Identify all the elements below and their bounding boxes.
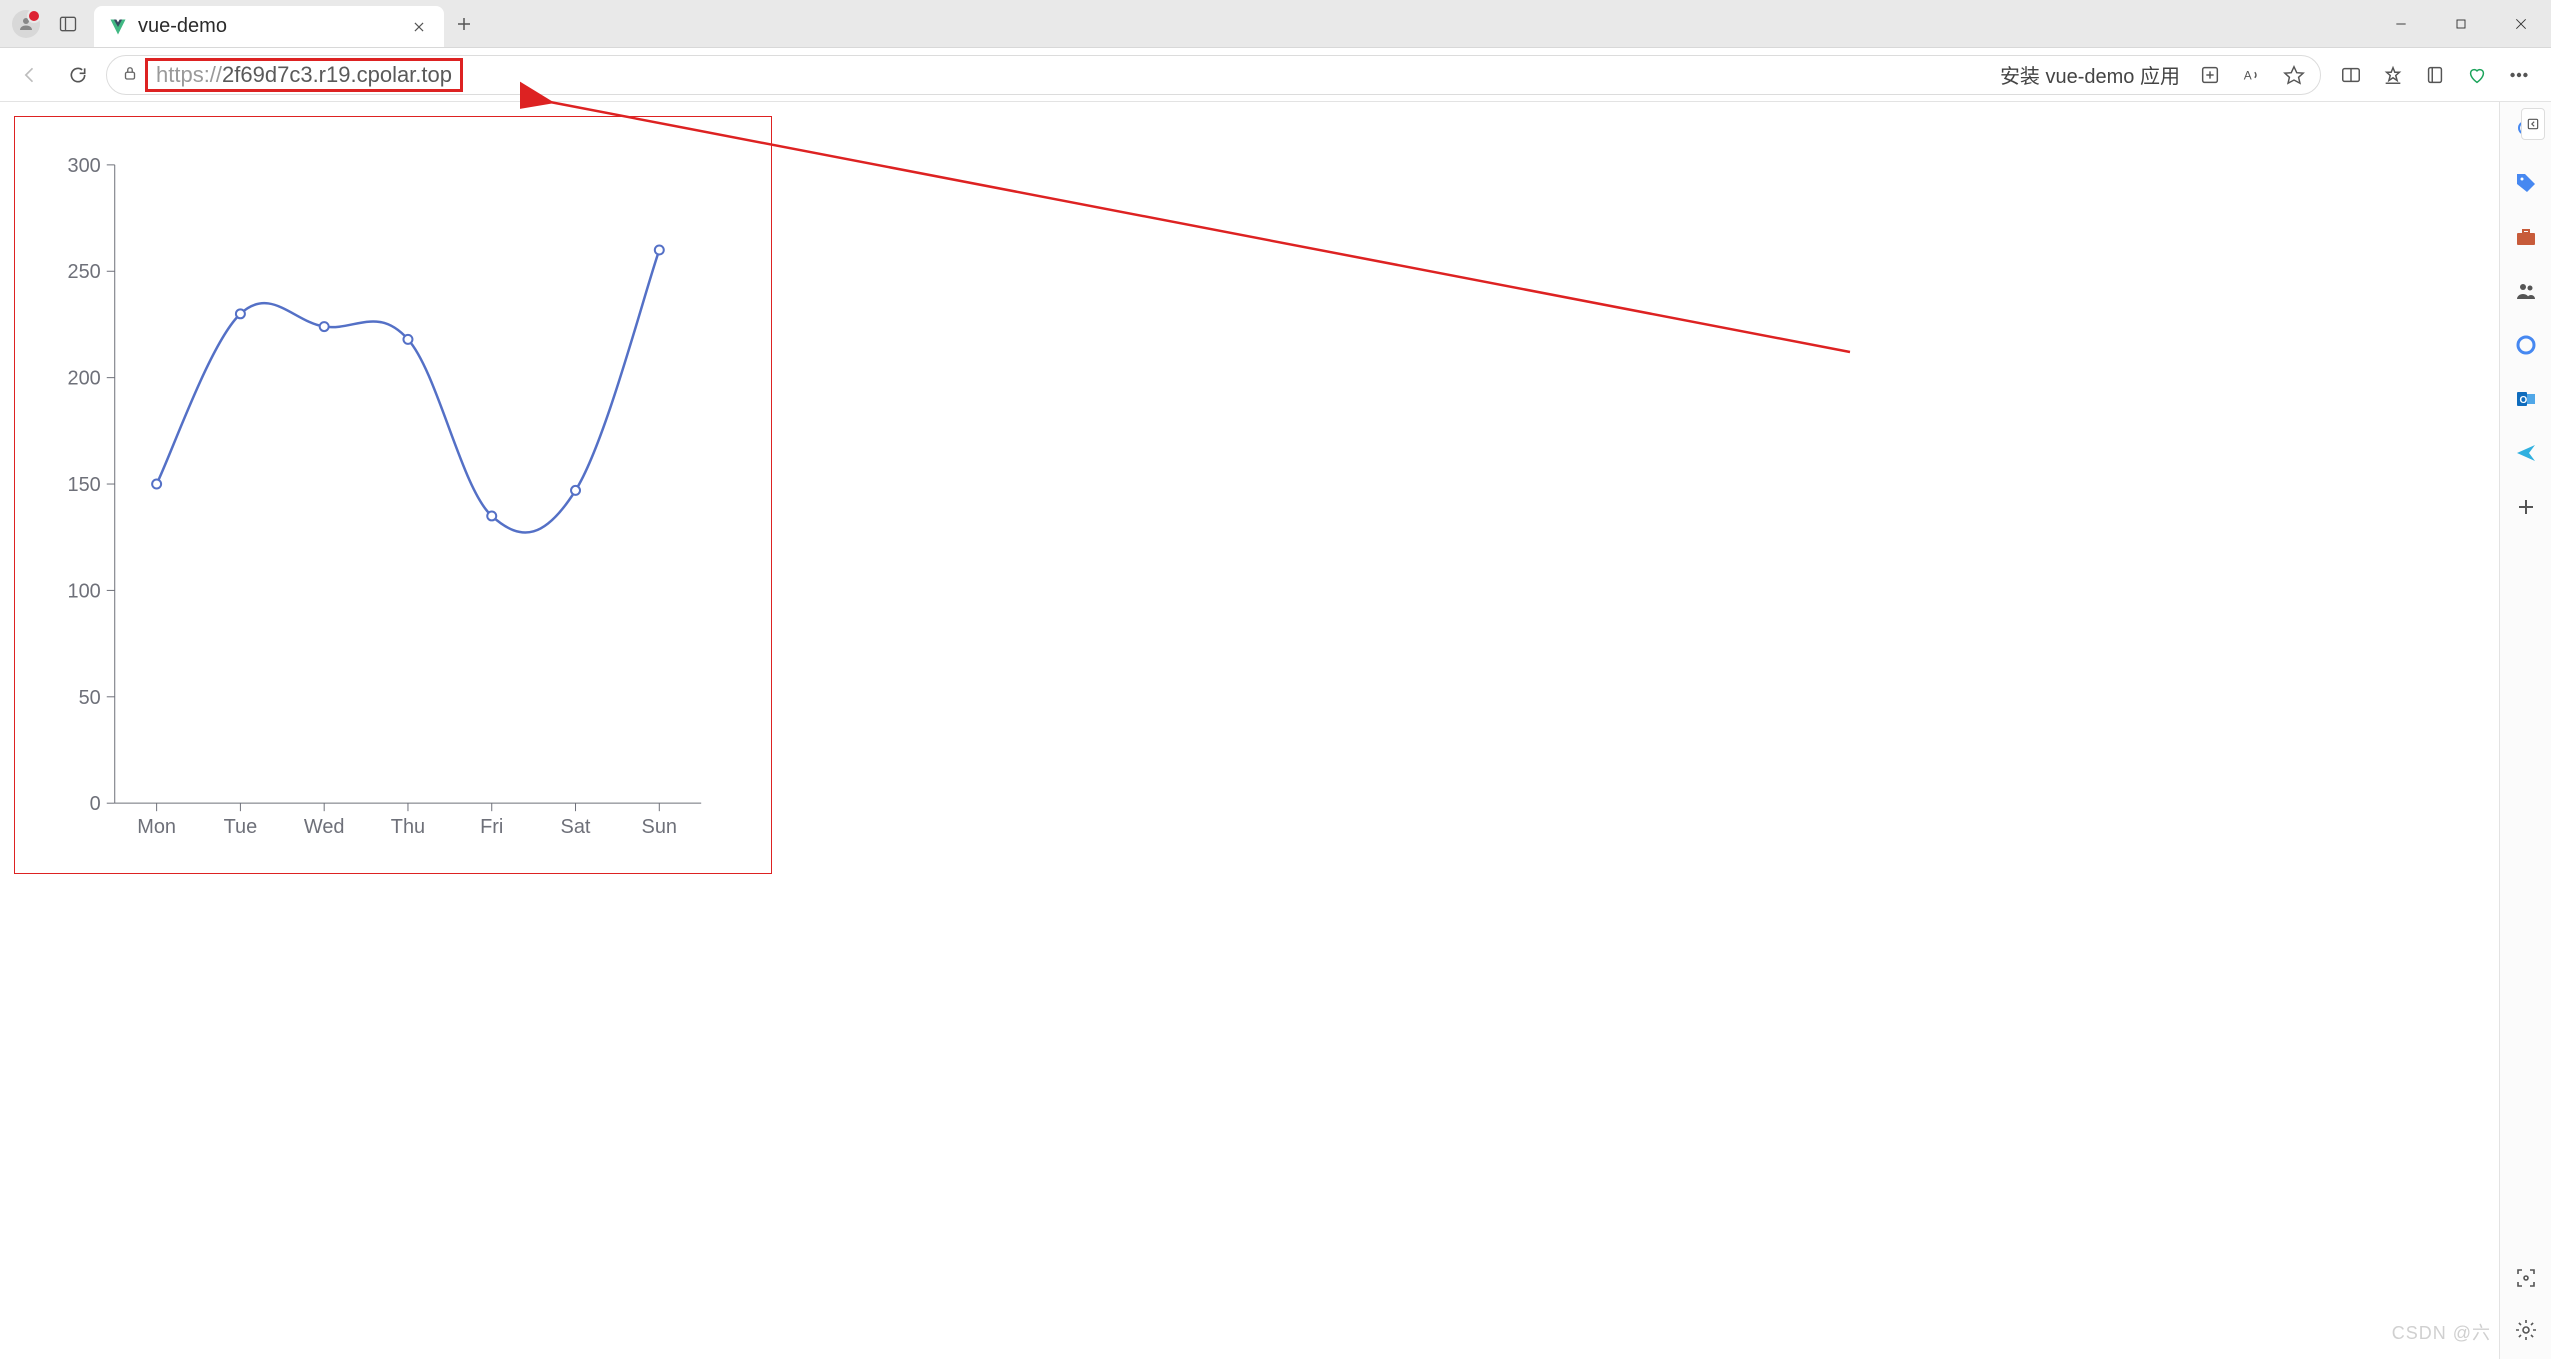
page-viewport: 0 50 100 150 200 250 300 Mon Tue Wed Thu Fri Sat Sun <box>0 102 2499 1359</box>
vue-favicon-icon <box>108 17 128 37</box>
close-window-button[interactable] <box>2491 0 2551 48</box>
window-controls <box>2371 0 2551 47</box>
svg-text:250: 250 <box>68 261 101 283</box>
sidebar-collapse-button[interactable] <box>2521 108 2545 140</box>
favorite-icon[interactable] <box>2282 63 2306 87</box>
right-sidebar: O <box>2499 102 2551 1359</box>
browser-essentials-icon[interactable] <box>2465 63 2489 87</box>
settings-icon[interactable] <box>2511 1315 2541 1345</box>
svg-text:150: 150 <box>68 474 101 496</box>
people-icon[interactable] <box>2511 276 2541 306</box>
profile-icon[interactable] <box>12 10 40 38</box>
url-scheme: https:// <box>156 62 222 87</box>
browser-tab[interactable]: vue-demo <box>94 6 444 47</box>
outlook-icon[interactable]: O <box>2511 384 2541 414</box>
svg-text:50: 50 <box>79 687 101 709</box>
url-host: 2f69d7c3.r19.cpolar.top <box>222 62 452 87</box>
svg-text:300: 300 <box>68 155 101 177</box>
chart-container: 0 50 100 150 200 250 300 Mon Tue Wed Thu Fri Sat Sun <box>14 116 772 874</box>
read-aloud-icon[interactable]: A <box>2240 63 2264 87</box>
line-chart[interactable]: 0 50 100 150 200 250 300 Mon Tue Wed Thu Fri Sat Sun <box>15 117 771 873</box>
svg-text:100: 100 <box>68 580 101 602</box>
send-icon[interactable] <box>2511 438 2541 468</box>
svg-text:Thu: Thu <box>391 816 425 838</box>
address-bar-right: 安装 vue-demo 应用 A <box>2000 60 2306 89</box>
svg-text:Sun: Sun <box>642 816 677 838</box>
svg-text:200: 200 <box>68 368 101 390</box>
titlebar-left <box>0 0 94 47</box>
collections-icon[interactable] <box>2423 63 2447 87</box>
tab-title: vue-demo <box>138 15 398 38</box>
pwa-install-text[interactable]: 安装 vue-demo 应用 <box>2000 60 2180 89</box>
back-button[interactable] <box>10 55 50 95</box>
minimize-button[interactable] <box>2371 0 2431 48</box>
favorites-bar-icon[interactable] <box>2381 63 2405 87</box>
refresh-button[interactable] <box>58 55 98 95</box>
new-tab-button[interactable] <box>444 0 484 47</box>
maximize-button[interactable] <box>2431 0 2491 48</box>
pwa-install-icon[interactable] <box>2198 63 2222 87</box>
watermark: CSDN @六 <box>2392 1319 2491 1345</box>
more-menu-icon[interactable] <box>2507 63 2531 87</box>
circle-icon[interactable] <box>2511 330 2541 360</box>
toolbar: https://2f69d7c3.r19.cpolar.top 安装 vue-d… <box>0 48 2551 102</box>
tab-actions-icon[interactable] <box>54 10 82 38</box>
address-bar[interactable]: https://2f69d7c3.r19.cpolar.top 安装 vue-d… <box>106 55 2321 95</box>
toolbar-icons <box>2329 63 2541 87</box>
briefcase-icon[interactable] <box>2511 222 2541 252</box>
svg-text:0: 0 <box>90 793 101 815</box>
svg-text:Fri: Fri <box>480 816 503 838</box>
svg-text:O: O <box>2519 395 2527 406</box>
tag-icon[interactable] <box>2511 168 2541 198</box>
svg-text:Tue: Tue <box>224 816 258 838</box>
add-sidebar-icon[interactable] <box>2511 492 2541 522</box>
titlebar: vue-demo <box>0 0 2551 48</box>
svg-text:Mon: Mon <box>137 816 176 838</box>
screenshot-icon[interactable] <box>2511 1263 2541 1293</box>
close-tab-button[interactable] <box>408 16 430 38</box>
split-screen-icon[interactable] <box>2339 63 2363 87</box>
svg-text:Wed: Wed <box>304 816 345 838</box>
lock-icon[interactable] <box>121 62 139 88</box>
svg-text:A: A <box>2244 68 2252 82</box>
url-highlight-box: https://2f69d7c3.r19.cpolar.top <box>145 58 463 92</box>
svg-text:Sat: Sat <box>561 816 591 838</box>
